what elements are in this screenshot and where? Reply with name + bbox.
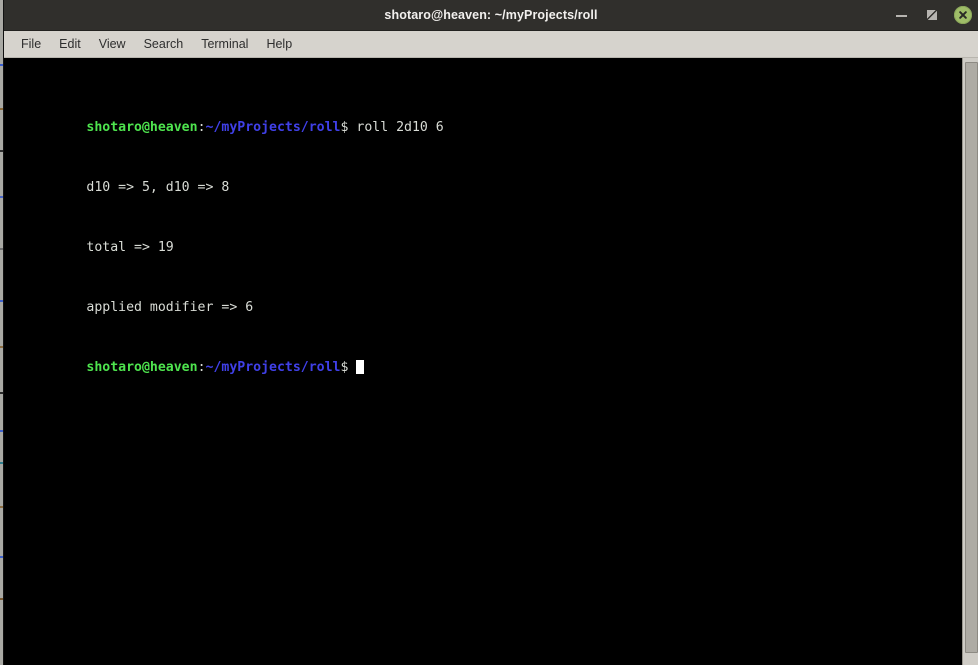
prompt-user-host: shotaro@heaven <box>86 360 198 375</box>
terminal-screen[interactable]: shotaro@heaven:~/myProjects/roll$ roll 2… <box>4 58 962 665</box>
close-icon[interactable] <box>954 6 972 24</box>
window-controls <box>894 0 972 30</box>
text-cursor <box>356 360 365 374</box>
menu-item-edit[interactable]: Edit <box>50 34 90 54</box>
terminal-output-text: applied modifier => 6 <box>86 300 254 315</box>
terminal-output-line: total => 19 <box>7 225 962 255</box>
terminal-output-text: total => 19 <box>86 240 174 255</box>
prompt-user-host: shotaro@heaven <box>86 120 198 135</box>
terminal-output-line: d10 => 5, d10 => 8 <box>7 165 962 195</box>
menubar: File Edit View Search Terminal Help <box>4 31 978 58</box>
menu-item-terminal[interactable]: Terminal <box>192 34 257 54</box>
menu-item-search[interactable]: Search <box>135 34 193 54</box>
menu-item-view[interactable]: View <box>90 34 135 54</box>
desktop-background: shotaro@heaven: ~/myProjects/roll File E… <box>0 0 978 665</box>
terminal-output-line: applied modifier => 6 <box>7 285 962 315</box>
window-titlebar[interactable]: shotaro@heaven: ~/myProjects/roll <box>4 0 978 31</box>
scrollbar-thumb[interactable] <box>965 62 978 653</box>
terminal-line-prompt-active: shotaro@heaven:~/myProjects/roll$ <box>7 345 962 375</box>
menu-item-file[interactable]: File <box>12 34 50 54</box>
prompt-trailing-space <box>348 360 356 375</box>
window-title: shotaro@heaven: ~/myProjects/roll <box>384 8 598 22</box>
terminal-line-prompt-command: shotaro@heaven:~/myProjects/roll$ roll 2… <box>7 105 962 135</box>
terminal-scrollbar[interactable] <box>962 58 978 665</box>
prompt-separator: : <box>197 120 206 135</box>
terminal-window: shotaro@heaven: ~/myProjects/roll File E… <box>4 0 978 665</box>
terminal-body: shotaro@heaven:~/myProjects/roll$ roll 2… <box>4 58 978 665</box>
terminal-output-text: d10 => 5, d10 => 8 <box>86 180 230 195</box>
menu-item-help[interactable]: Help <box>257 34 301 54</box>
prompt-separator: : <box>197 360 206 375</box>
minimize-icon[interactable] <box>894 7 910 23</box>
prompt-path: ~/myProjects/roll <box>205 120 341 135</box>
terminal-command: roll 2d10 6 <box>348 120 444 135</box>
maximize-icon[interactable] <box>924 7 940 23</box>
prompt-path: ~/myProjects/roll <box>205 360 341 375</box>
